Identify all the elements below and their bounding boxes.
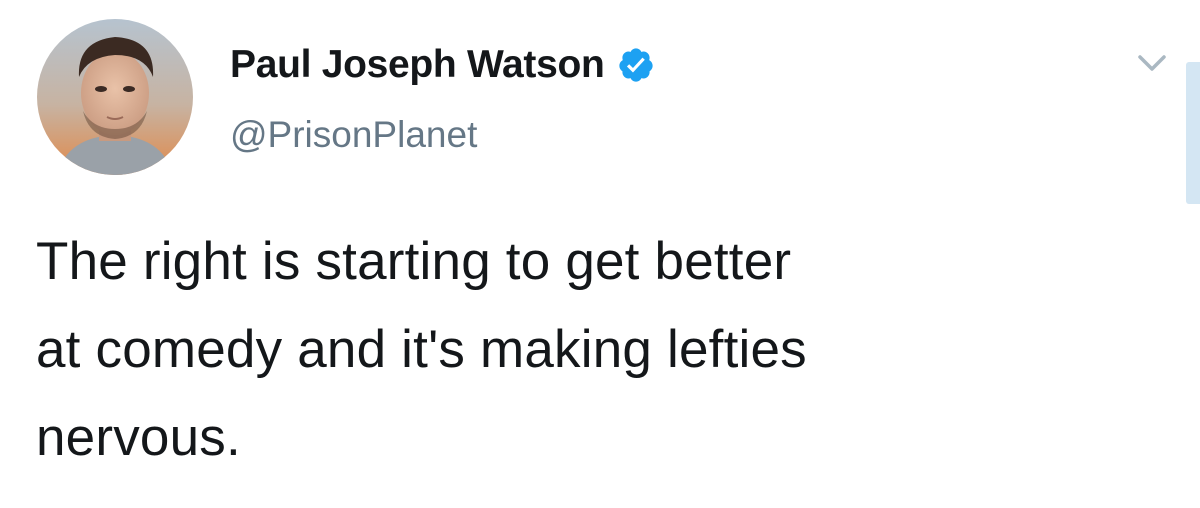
tweet-text: The right is starting to get better at c… <box>36 218 1136 482</box>
chevron-down-icon[interactable] <box>1134 50 1170 76</box>
author-name-row[interactable]: Paul Joseph Watson <box>230 40 655 90</box>
display-name[interactable]: Paul Joseph Watson <box>230 43 605 87</box>
tweet-text-line: The right is starting to get better <box>36 232 792 291</box>
author-handle[interactable]: @PrisonPlanet <box>230 114 477 156</box>
tweet-text-line: nervous. <box>36 408 241 467</box>
verified-badge-icon <box>617 46 655 84</box>
avatar[interactable] <box>37 19 193 175</box>
tweet-text-line: at comedy and it's making lefties <box>36 320 807 379</box>
scrollbar[interactable] <box>1186 62 1200 204</box>
avatar-image <box>37 19 193 175</box>
tweet-card: Paul Joseph Watson @PrisonPlanet The rig… <box>0 0 1200 508</box>
